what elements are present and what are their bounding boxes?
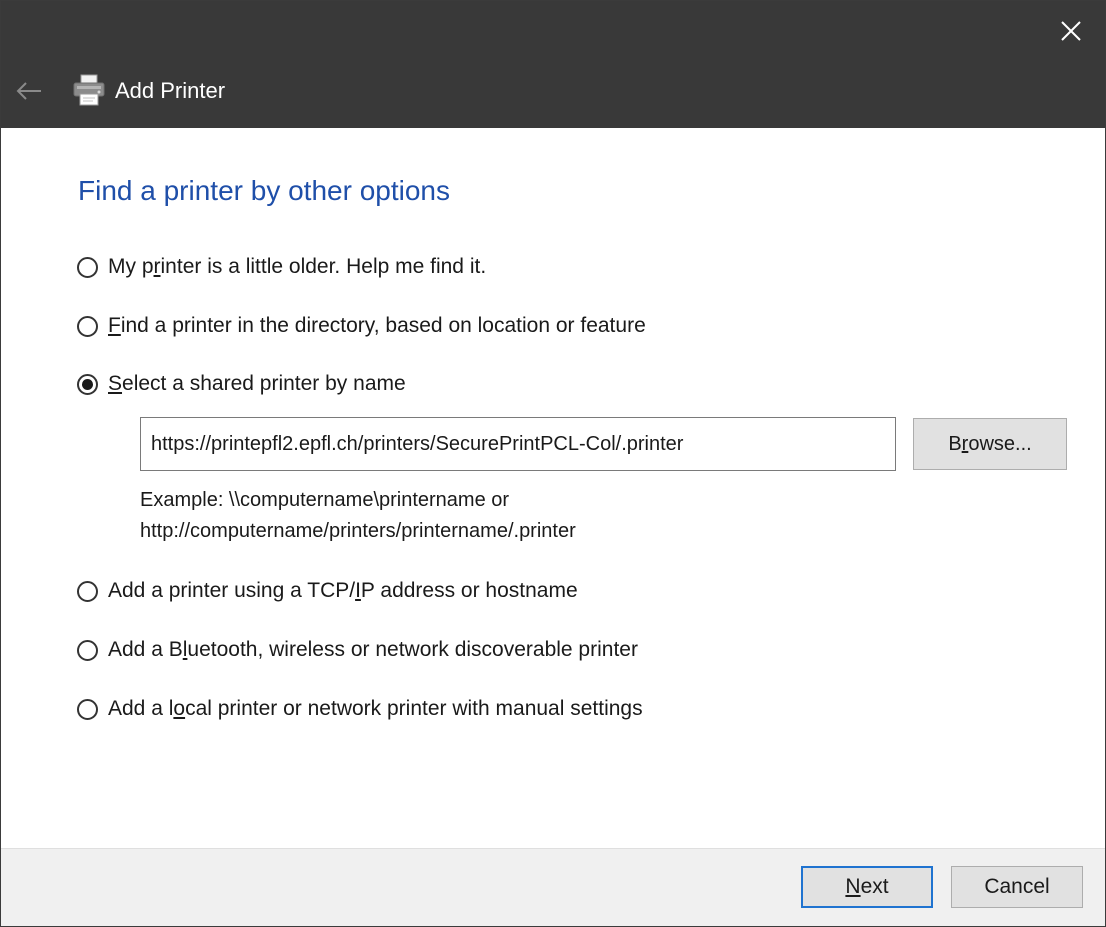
title-bar: Add Printer (1, 1, 1105, 128)
example-line-1: Example: \\computername\printername or (140, 489, 510, 511)
close-button[interactable] (1047, 9, 1095, 53)
radio-button[interactable] (77, 256, 98, 278)
next-button[interactable]: Next (801, 866, 933, 908)
page-heading: Find a printer by other options (78, 175, 450, 206)
option-label: Add a local printer or network printer w… (108, 697, 643, 720)
radio-button[interactable] (77, 315, 98, 337)
radio-button[interactable] (77, 639, 98, 661)
dialog-footer: Next Cancel (1, 848, 1105, 926)
radio-button-selected[interactable] (77, 373, 98, 395)
option-shared-printer-by-name[interactable]: Select a shared printer by name (77, 369, 406, 399)
window-title: Add Printer (115, 78, 226, 103)
printer-icon (73, 74, 105, 106)
radio-selected-dot (82, 378, 93, 390)
option-label: Select a shared printer by name (108, 372, 406, 395)
radio-button[interactable] (77, 698, 98, 720)
browse-button[interactable]: Br owse... (913, 418, 1067, 470)
close-icon (1061, 21, 1081, 41)
example-line-2: http://computername/printers/printername… (140, 520, 576, 542)
example-hint: Example: \\computername\printername or h… (140, 485, 576, 547)
option-label: My printer is a little older. Help me fi… (108, 255, 487, 278)
back-button[interactable] (9, 71, 49, 111)
option-label: Find a printer in the directory, based o… (108, 314, 646, 337)
back-arrow-icon (16, 82, 41, 100)
cancel-button[interactable]: Cancel (951, 866, 1083, 908)
option-bluetooth-wireless[interactable]: Add a Bluetooth, wireless or network dis… (77, 635, 638, 665)
shared-printer-name-input[interactable] (140, 417, 896, 471)
option-tcpip[interactable]: Add a printer using a TCP/IP address or … (77, 576, 578, 606)
add-printer-dialog: Add Printer Find a printer by other opti… (0, 0, 1106, 927)
radio-button[interactable] (77, 580, 98, 602)
option-label: Add a printer using a TCP/IP address or … (108, 579, 578, 602)
option-local-manual[interactable]: Add a local printer or network printer w… (77, 694, 643, 724)
option-directory-search[interactable]: Find a printer in the directory, based o… (77, 311, 646, 341)
option-older-printer[interactable]: My printer is a little older. Help me fi… (77, 252, 486, 282)
option-label: Add a Bluetooth, wireless or network dis… (108, 638, 638, 661)
